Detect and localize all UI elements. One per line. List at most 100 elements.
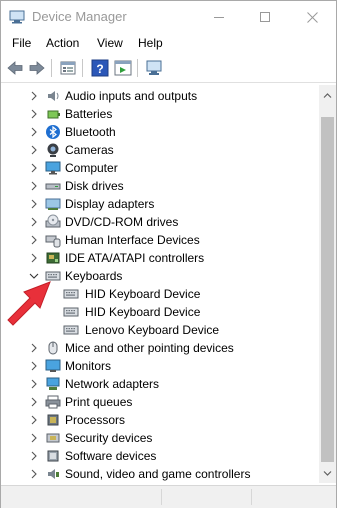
status-divider	[161, 489, 162, 505]
chevron-right-icon[interactable]	[29, 415, 39, 425]
tree-item-human-interface-devices[interactable]: Human Interface Devices	[1, 231, 319, 249]
menu-bar: File Action View Help	[1, 33, 336, 53]
tree-item-audio-inputs-and-outputs[interactable]: Audio inputs and outputs	[1, 87, 319, 105]
toolbar-separator	[137, 59, 138, 77]
chevron-right-icon[interactable]	[29, 199, 39, 209]
security-device-icon	[46, 433, 60, 443]
network-adapter-icon	[46, 377, 60, 390]
tree-item-software-devices-label: Software devices	[65, 449, 157, 463]
tree-item-dvd-cd-rom-drives[interactable]: DVD/CD-ROM drives	[1, 213, 319, 231]
annotation-arrow-icon	[7, 281, 51, 326]
tree-item-cameras[interactable]: Cameras	[1, 141, 319, 159]
printer-icon	[45, 395, 61, 409]
tree-item-cameras-label: Cameras	[65, 143, 114, 157]
monitor-icon	[45, 359, 61, 372]
scrollbar-thumb[interactable]	[321, 117, 334, 462]
tree-item-hid-keyboard-device-label: HID Keyboard Device	[85, 305, 201, 319]
maximize-icon	[260, 12, 270, 22]
tree-item-batteries[interactable]: Batteries	[1, 105, 319, 123]
chevron-right-icon[interactable]	[29, 217, 39, 227]
tree-item-disk-drives[interactable]: Disk drives	[1, 177, 319, 195]
chevron-right-icon[interactable]	[29, 235, 39, 245]
tree-item-processors[interactable]: Processors	[1, 411, 319, 429]
minimize-icon	[214, 16, 224, 18]
vertical-scrollbar[interactable]	[319, 85, 336, 483]
chevron-right-icon[interactable]	[29, 109, 39, 119]
tree-item-print-queues-label: Print queues	[65, 395, 133, 409]
chevron-right-icon[interactable]	[29, 145, 39, 155]
menu-view[interactable]: View	[97, 36, 123, 50]
chevron-right-icon[interactable]	[29, 163, 39, 173]
tree-item-network-adapters-label: Network adapters	[65, 377, 160, 391]
battery-icon	[47, 110, 60, 119]
tree-item-display-adapters[interactable]: Display adapters	[1, 195, 319, 213]
menu-file[interactable]: File	[12, 36, 31, 50]
toolbar-separator	[51, 59, 52, 77]
menu-action[interactable]: Action	[46, 36, 79, 50]
tree-item-computer[interactable]: Computer	[1, 159, 319, 177]
close-button[interactable]	[289, 1, 335, 33]
tree-item-network-adapters[interactable]: Network adapters	[1, 375, 319, 393]
dvd-drive-icon	[45, 214, 61, 228]
toolbar-separator	[82, 59, 83, 77]
display-adapter-icon	[45, 198, 61, 210]
sound-controller-icon	[48, 469, 59, 479]
chevron-right-icon[interactable]	[29, 451, 39, 461]
tree-item-software-devices[interactable]: Software devices	[1, 447, 319, 465]
device-manager-icon	[9, 10, 25, 24]
tree-item-dvd-cd-rom-drives-label: DVD/CD-ROM drives	[65, 215, 179, 229]
tree-item-bluetooth[interactable]: Bluetooth	[1, 123, 319, 141]
chevron-right-icon[interactable]	[29, 361, 39, 371]
chevron-right-icon[interactable]	[29, 433, 39, 443]
tree-item-mice-and-other-pointing-devices[interactable]: Mice and other pointing devices	[1, 339, 319, 357]
tree-item-computer-label: Computer	[65, 161, 118, 175]
tree-item-sound-video-and-game-controllers[interactable]: Sound, video and game controllers	[1, 465, 319, 483]
svg-text:?: ?	[96, 62, 103, 76]
chevron-right-icon[interactable]	[29, 127, 39, 137]
tree-item-processors-label: Processors	[65, 413, 126, 427]
help-icon[interactable]: ?	[91, 59, 109, 77]
tree-item-audio-inputs-and-outputs-label: Audio inputs and outputs	[65, 89, 198, 103]
processor-icon	[47, 414, 59, 426]
tree-item-bluetooth-label: Bluetooth	[65, 125, 116, 139]
tree-item-sound-video-and-game-controllers-label: Sound, video and game controllers	[65, 467, 251, 481]
scan-hardware-icon[interactable]	[145, 59, 163, 77]
forward-arrow-icon[interactable]	[28, 59, 46, 77]
chevron-right-icon[interactable]	[29, 181, 39, 191]
tree-item-disk-drives-label: Disk drives	[65, 179, 124, 193]
minimize-button[interactable]	[196, 1, 242, 33]
title-bar[interactable]: Device Manager	[1, 1, 336, 33]
tree-item-print-queues[interactable]: Print queues	[1, 393, 319, 411]
tree-item-keyboards-label: Keyboards	[65, 269, 123, 283]
bluetooth-icon	[46, 125, 60, 139]
menu-help[interactable]: Help	[138, 36, 163, 50]
properties-icon[interactable]	[59, 59, 77, 77]
device-manager-window: Device Manager File Action View Help ? A…	[0, 0, 337, 508]
software-device-icon	[47, 450, 59, 462]
camera-icon	[47, 143, 59, 157]
mouse-icon	[48, 341, 58, 355]
status-bar	[1, 485, 336, 508]
scroll-down-icon[interactable]	[323, 469, 332, 478]
chevron-right-icon[interactable]	[29, 379, 39, 389]
scroll-up-icon[interactable]	[323, 91, 332, 100]
back-arrow-icon[interactable]	[6, 59, 24, 77]
tree-item-security-devices[interactable]: Security devices	[1, 429, 319, 447]
computer-icon	[45, 161, 61, 175]
tree-item-ide-ata-atapi-controllers-label: IDE ATA/ATAPI controllers	[65, 251, 205, 265]
maximize-button[interactable]	[242, 1, 288, 33]
hid-icon	[45, 235, 61, 248]
tree-item-monitors[interactable]: Monitors	[1, 357, 319, 375]
tree-item-hid-keyboard-device-label: HID Keyboard Device	[85, 287, 201, 301]
toolbar: ?	[1, 54, 336, 83]
tree-item-batteries-label: Batteries	[65, 107, 113, 121]
close-icon	[306, 11, 318, 23]
tree-item-display-adapters-label: Display adapters	[65, 197, 155, 211]
speaker-icon	[48, 91, 59, 101]
tree-item-mice-and-other-pointing-devices-label: Mice and other pointing devices	[65, 341, 234, 355]
chevron-right-icon[interactable]	[29, 91, 39, 101]
chevron-right-icon[interactable]	[29, 397, 39, 407]
chevron-right-icon[interactable]	[29, 469, 39, 479]
chevron-right-icon[interactable]	[29, 343, 39, 353]
update-driver-icon[interactable]	[114, 59, 132, 77]
